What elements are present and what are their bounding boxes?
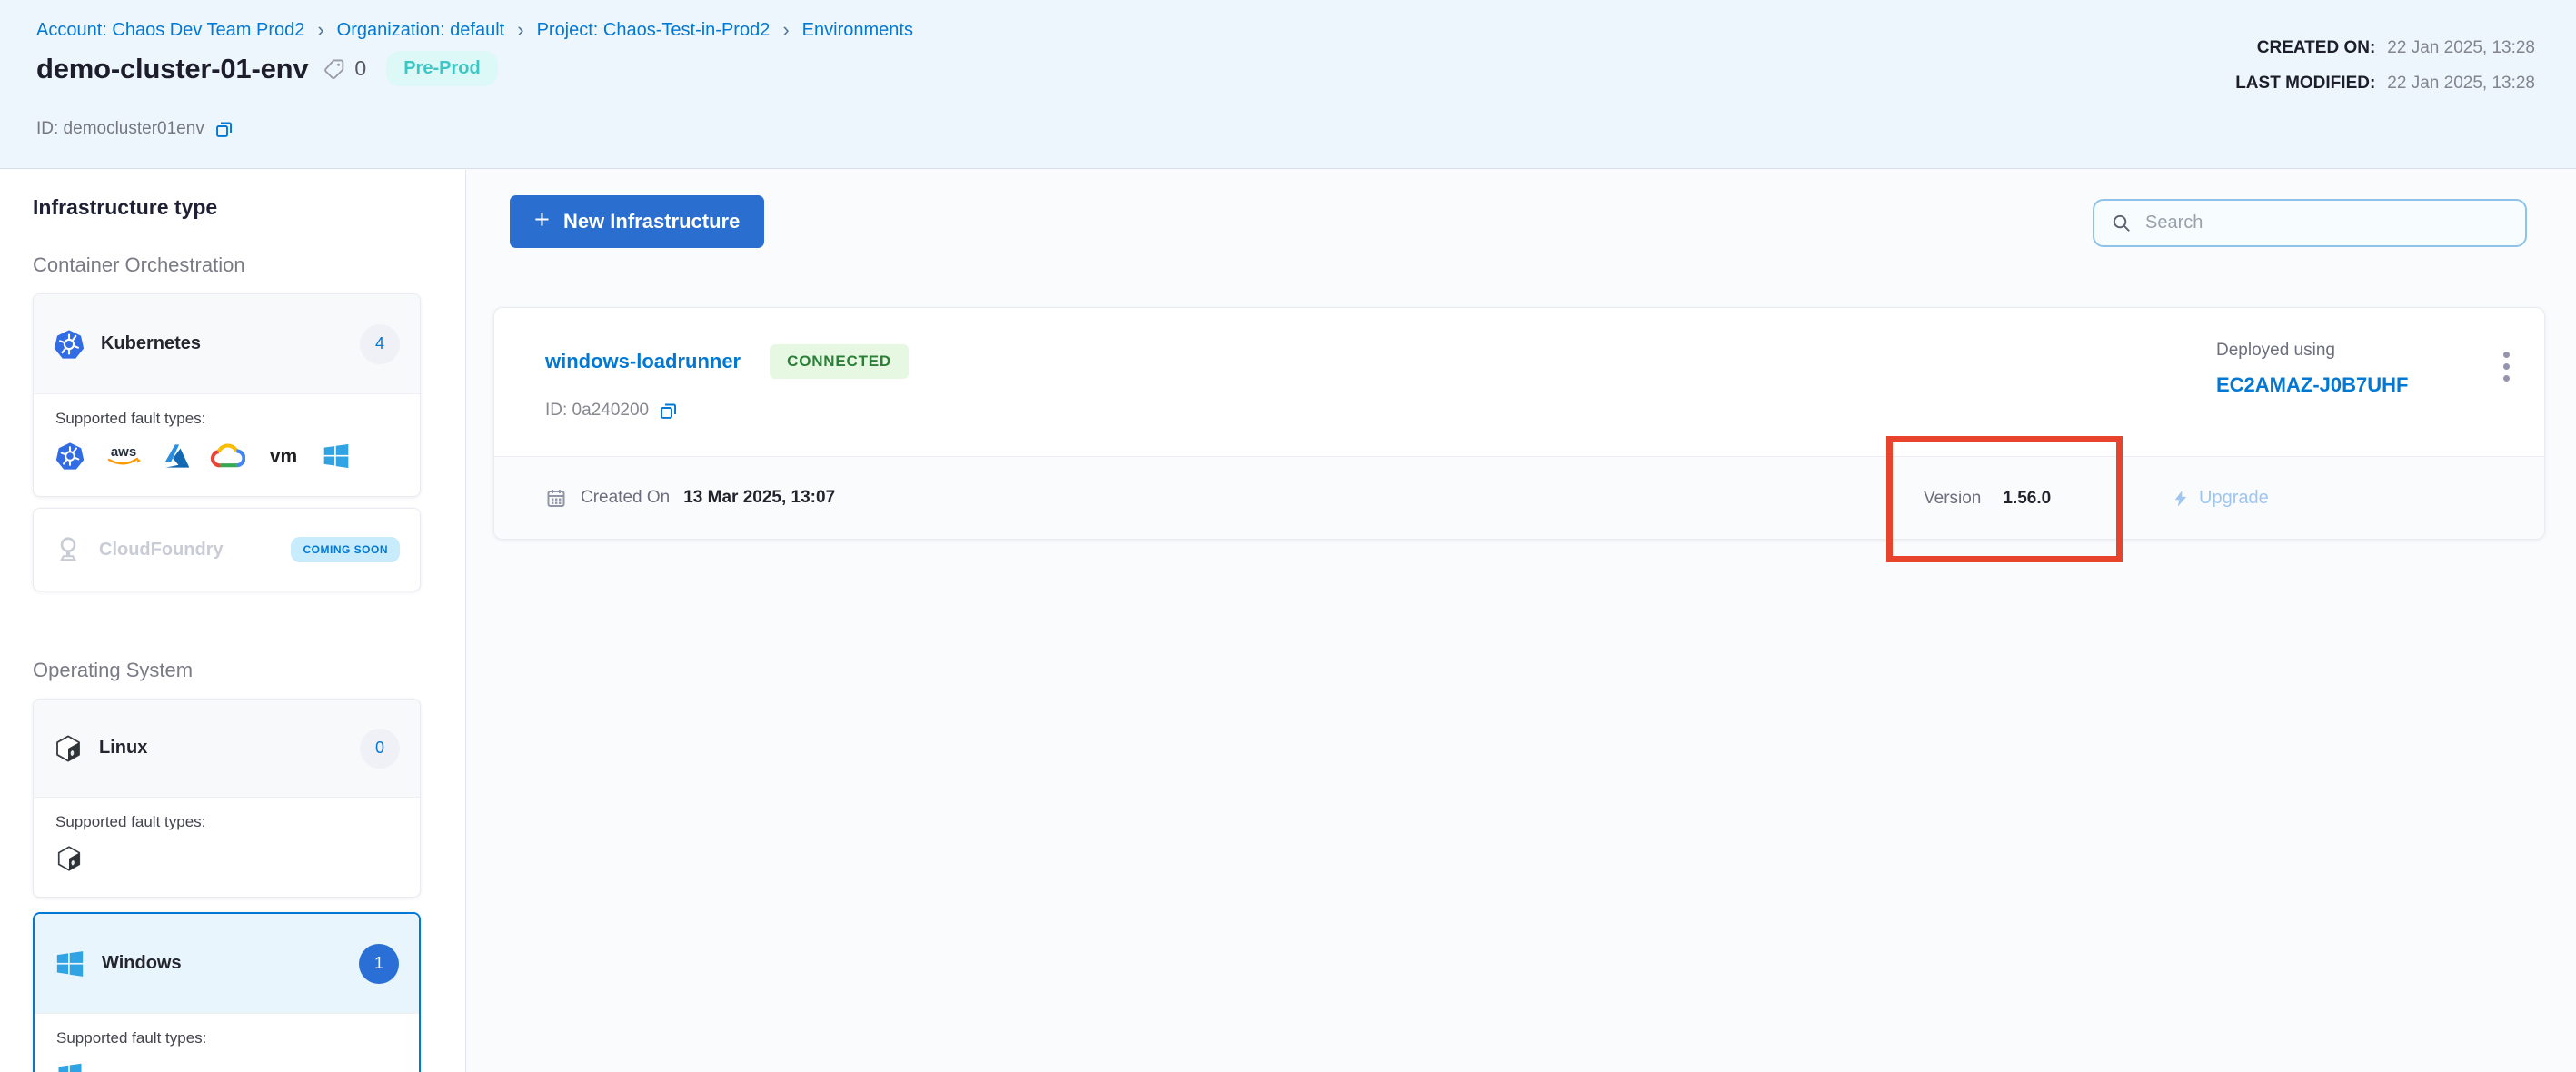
- breadcrumb-organization[interactable]: Organization: default: [337, 20, 505, 41]
- infra-type-kubernetes[interactable]: Kubernetes 4: [34, 294, 420, 394]
- linux-icon: [55, 845, 83, 872]
- kubernetes-count-badge: 4: [360, 324, 400, 364]
- supported-fault-types-label: Supported fault types:: [55, 410, 398, 428]
- created-on-block: Created On 13 Mar 2025, 13:07: [545, 487, 835, 509]
- deployed-using-label: Deployed using: [2216, 341, 2408, 361]
- created-on-value: 22 Jan 2025, 13:28: [2387, 38, 2535, 58]
- copy-icon[interactable]: [214, 120, 234, 139]
- fault-type-icons: [56, 1061, 397, 1072]
- infra-type-card-cloudfoundry: CloudFoundry COMING SOON: [33, 508, 421, 591]
- environment-id: ID: democluster01env: [36, 119, 204, 139]
- infra-type-label: Linux: [99, 738, 147, 759]
- supported-fault-types-label: Supported fault types:: [55, 813, 398, 831]
- operating-system-heading: Operating System: [33, 659, 193, 682]
- linux-supported-faults: Supported fault types:: [34, 798, 420, 890]
- search-icon: [2111, 213, 2132, 233]
- deployed-using-link[interactable]: EC2AMAZ-J0B7UHF: [2216, 373, 2408, 397]
- svg-text:vm: vm: [270, 446, 297, 467]
- created-on-value: 13 Mar 2025, 13:07: [683, 488, 835, 508]
- calendar-icon: [545, 487, 567, 509]
- fault-type-icons: aws: [55, 442, 398, 471]
- infra-type-card-windows: Windows 1 Supported fault types:: [33, 912, 421, 1072]
- breadcrumb-project[interactable]: Project: Chaos-Test-in-Prod2: [537, 20, 771, 41]
- breadcrumb-separator: ›: [517, 18, 523, 42]
- version-label: Version: [1924, 489, 1981, 509]
- env-type-badge: Pre-Prod: [386, 51, 497, 86]
- infra-type-label: Kubernetes: [101, 333, 201, 354]
- plus-icon: +: [534, 207, 550, 233]
- infra-type-label: CloudFoundry: [99, 540, 224, 561]
- breadcrumb: Account: Chaos Dev Team Prod2 › Organiza…: [36, 18, 913, 42]
- infra-type-linux[interactable]: Linux 0: [34, 700, 420, 798]
- breadcrumb-environments[interactable]: Environments: [802, 20, 913, 41]
- infra-type-card-linux: Linux 0 Supported fault types:: [33, 699, 421, 898]
- copy-icon[interactable]: [659, 402, 678, 421]
- infrastructure-id-row: ID: 0a240200: [545, 401, 678, 421]
- infrastructure-card: windows-loadrunner CONNECTED ID: 0a24020…: [493, 307, 2545, 540]
- breadcrumb-account[interactable]: Account: Chaos Dev Team Prod2: [36, 20, 304, 41]
- more-options-menu[interactable]: [2498, 346, 2515, 387]
- infrastructure-name-row: windows-loadrunner CONNECTED: [545, 344, 909, 379]
- gcp-icon: [211, 442, 245, 470]
- environment-meta: CREATED ON: 22 Jan 2025, 13:28 LAST MODI…: [2235, 38, 2535, 109]
- fault-type-icons: [55, 845, 398, 872]
- windows-icon: [56, 1061, 84, 1072]
- tag-icon: [323, 57, 346, 81]
- created-on-label: Created On: [581, 488, 670, 508]
- windows-icon: [55, 948, 85, 979]
- new-infrastructure-button[interactable]: + New Infrastructure: [510, 195, 764, 248]
- cloudfoundry-icon: [54, 535, 83, 564]
- breadcrumb-separator: ›: [317, 18, 323, 42]
- version-block: Version 1.56.0: [1924, 457, 2051, 540]
- kubernetes-icon: [54, 329, 85, 360]
- sidebar-title: Infrastructure type: [33, 195, 217, 220]
- azure-icon: [163, 442, 192, 470]
- created-on-label: CREATED ON:: [2257, 38, 2376, 58]
- last-modified-row: LAST MODIFIED: 22 Jan 2025, 13:28: [2235, 74, 2535, 94]
- version-value: 1.56.0: [2003, 489, 2051, 509]
- created-on-row: CREATED ON: 22 Jan 2025, 13:28: [2235, 38, 2535, 58]
- infrastructure-name-link[interactable]: windows-loadrunner: [545, 350, 741, 373]
- svg-text:aws: aws: [111, 444, 136, 460]
- infra-type-label: Windows: [102, 953, 182, 974]
- breadcrumb-separator: ›: [782, 18, 789, 42]
- linux-icon: [54, 734, 83, 763]
- infrastructures-panel: + New Infrastructure windows-loadrunner …: [467, 170, 2576, 1072]
- infra-type-card-kubernetes: Kubernetes 4 Supported fault types:: [33, 293, 421, 497]
- windows-icon: [322, 442, 351, 471]
- aws-icon: aws: [104, 442, 144, 470]
- container-orchestration-heading: Container Orchestration: [33, 253, 245, 277]
- tag-count: 0: [354, 56, 366, 81]
- kubernetes-icon: [55, 442, 85, 471]
- upgrade-label: Upgrade: [2199, 488, 2269, 509]
- linux-count-badge: 0: [360, 729, 400, 769]
- page-header: Account: Chaos Dev Team Prod2 › Organiza…: [0, 0, 2576, 169]
- tags-indicator[interactable]: 0: [323, 56, 366, 81]
- infra-type-windows[interactable]: Windows 1: [35, 914, 419, 1014]
- upgrade-button[interactable]: Upgrade: [2172, 457, 2269, 540]
- status-badge: CONNECTED: [770, 344, 909, 379]
- last-modified-label: LAST MODIFIED:: [2235, 74, 2375, 94]
- environment-id-row: ID: democluster01env: [36, 119, 234, 139]
- search-box: [2093, 199, 2527, 247]
- new-infrastructure-label: New Infrastructure: [563, 210, 740, 233]
- title-row: demo-cluster-01-env 0 Pre-Prod: [36, 51, 498, 86]
- kubernetes-supported-faults: Supported fault types:: [34, 394, 420, 489]
- vmware-icon: vm: [264, 443, 303, 469]
- coming-soon-badge: COMING SOON: [291, 537, 400, 562]
- last-modified-value: 22 Jan 2025, 13:28: [2387, 74, 2535, 94]
- windows-supported-faults: Supported fault types:: [35, 1014, 419, 1072]
- infra-type-cloudfoundry: CloudFoundry COMING SOON: [34, 509, 420, 591]
- deployed-using-block: Deployed using EC2AMAZ-J0B7UHF: [2216, 341, 2408, 397]
- supported-fault-types-label: Supported fault types:: [56, 1029, 397, 1047]
- infrastructure-card-footer: Created On 13 Mar 2025, 13:07 Version 1.…: [494, 456, 2544, 539]
- infrastructure-id: ID: 0a240200: [545, 401, 649, 421]
- environment-details-page: Account: Chaos Dev Team Prod2 › Organiza…: [0, 0, 2576, 1072]
- infrastructure-type-sidebar: Infrastructure type Container Orchestrat…: [0, 170, 466, 1072]
- windows-count-badge: 1: [359, 944, 399, 984]
- lightning-icon: [2172, 489, 2190, 509]
- search-input[interactable]: [2145, 213, 2509, 233]
- page-title: demo-cluster-01-env: [36, 53, 308, 85]
